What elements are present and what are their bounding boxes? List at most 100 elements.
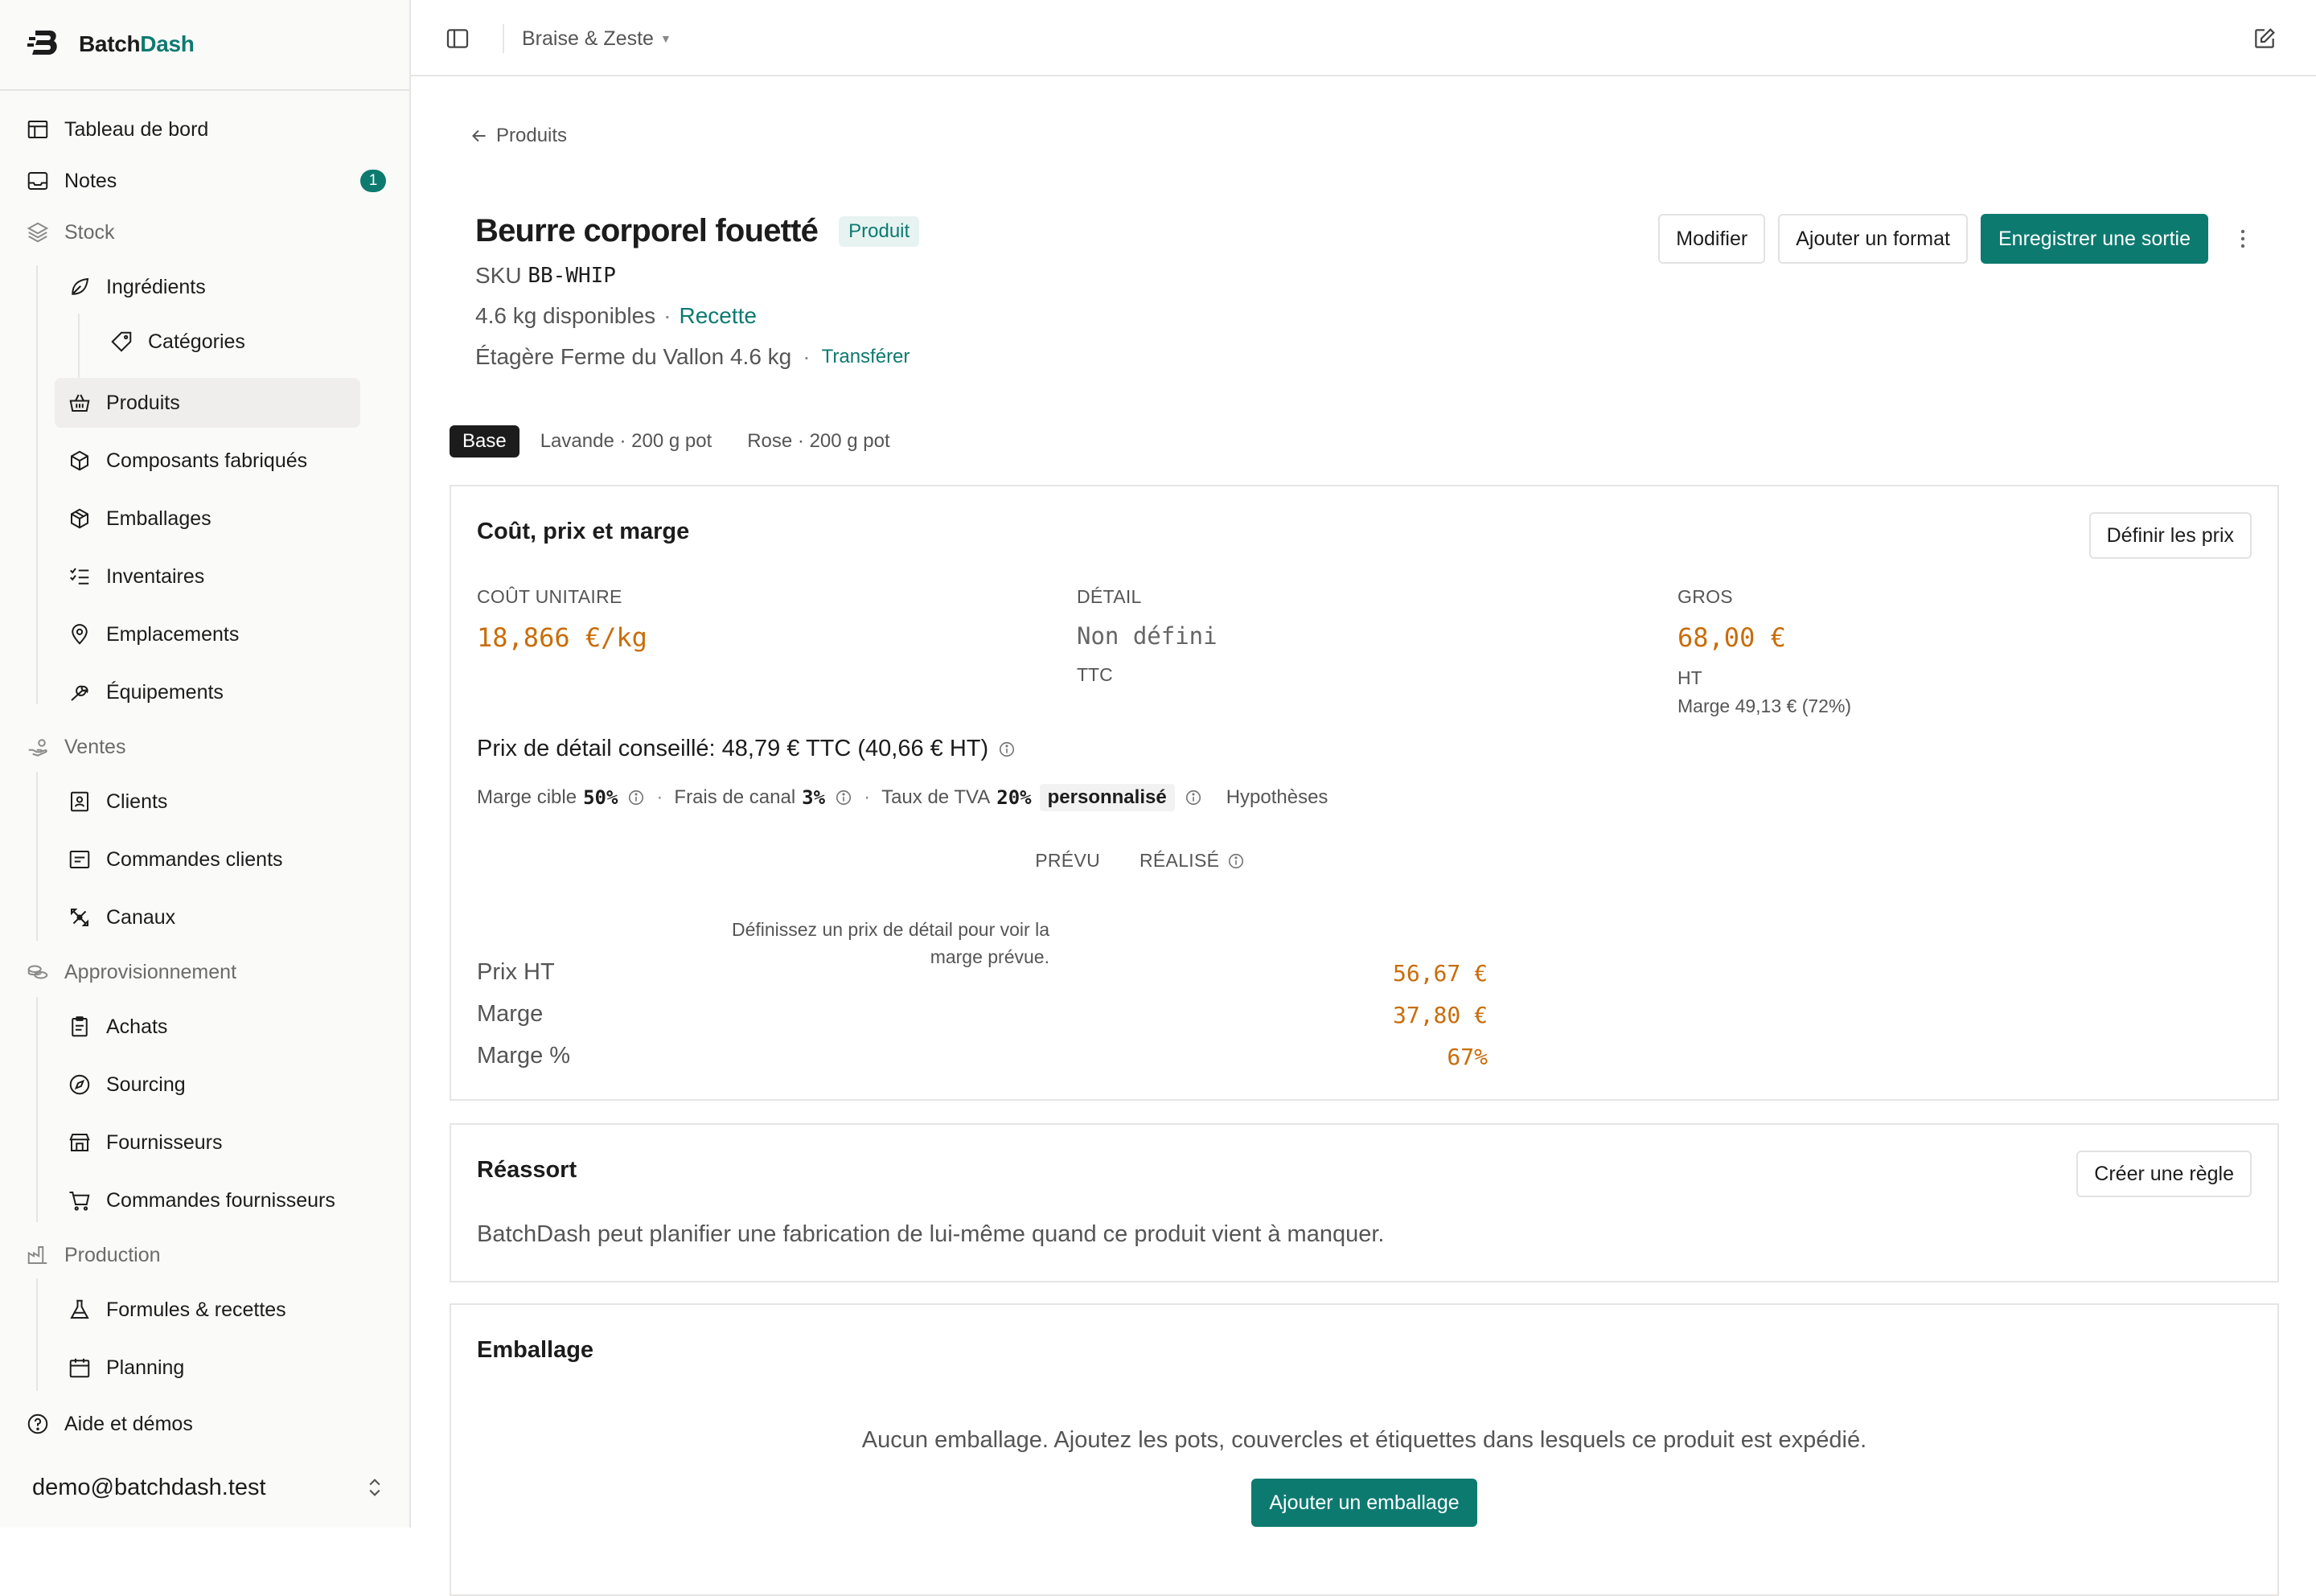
sidebar-section-stock[interactable]: Stock [26, 207, 388, 257]
info-icon[interactable] [998, 741, 1016, 758]
hand-coins-icon [26, 735, 50, 759]
sidebar-section-production[interactable]: Production [26, 1230, 388, 1280]
basket-icon [68, 391, 92, 415]
actual-header-label: RÉALISÉ [1140, 850, 1220, 871]
edit-icon[interactable] [2252, 26, 2277, 51]
sidebar-section-procurement[interactable]: Approvisionnement [26, 947, 388, 997]
more-options-icon[interactable] [2226, 214, 2260, 264]
wholesale-tax-label: HT [1677, 667, 1702, 688]
variant-tab-rose[interactable]: Rose · 200 g pot [747, 425, 889, 457]
user-menu[interactable]: demo@batchdash.test [32, 1465, 386, 1510]
inbox-icon [26, 169, 50, 193]
sidebar-item-supplier-orders[interactable]: Commandes fournisseurs [68, 1175, 360, 1225]
sidebar-item-packaging[interactable]: Emballages [68, 494, 360, 544]
channel-fees-value: 3% [802, 786, 826, 809]
layout-icon [26, 117, 50, 142]
compass-icon [68, 1073, 92, 1097]
vat-label: Taux de TVA [881, 786, 991, 808]
retail-value: Non défini [1077, 622, 1218, 650]
factory-icon [26, 1243, 50, 1267]
separator-dot: · [656, 786, 663, 808]
sidebar-item-label: Catégories [148, 330, 245, 353]
sidebar-item-categories[interactable]: Catégories [109, 317, 360, 367]
sidebar-section-sales[interactable]: Ventes [26, 722, 388, 772]
edit-button[interactable]: Modifier [1658, 214, 1766, 264]
topbar-divider [503, 24, 504, 53]
card-title: Emballage [477, 1337, 594, 1363]
create-rule-button[interactable]: Créer une règle [2076, 1151, 2252, 1197]
pricing-assumptions: Marge cible 50% · Frais de canal 3% · Ta… [477, 784, 1328, 811]
unit-cost-column: COÛT UNITAIRE 18,866 €/kg [477, 586, 647, 653]
sidebar-item-help[interactable]: Aide et démos [26, 1399, 388, 1449]
sidebar-item-label: Tableau de bord [64, 117, 209, 141]
sidebar-item-formulas[interactable]: Formules & recettes [68, 1285, 360, 1335]
workspace-switcher[interactable]: Braise & Zeste ▼ [522, 24, 671, 53]
info-icon[interactable] [835, 789, 852, 806]
box-icon [68, 449, 92, 473]
sidebar-item-channels[interactable]: Canaux [68, 892, 360, 942]
add-packaging-button[interactable]: Ajouter un emballage [1251, 1479, 1477, 1527]
recipe-link[interactable]: Recette [679, 303, 757, 329]
sidebar-item-label: Achats [106, 1015, 168, 1038]
transfer-link[interactable]: Transférer [822, 346, 910, 368]
set-prices-button[interactable]: Définir les prix [2088, 512, 2252, 559]
suggested-price-text: Prix de détail conseillé: 48,79 € TTC (4… [477, 736, 989, 761]
unit-cost-value: 18,866 €/kg [477, 622, 647, 653]
variant-tabs: Base Lavande · 200 g pot Rose · 200 g po… [450, 425, 926, 457]
record-exit-button[interactable]: Enregistrer une sortie [1980, 214, 2208, 264]
sidebar-item-label: Emplacements [106, 622, 240, 646]
hypotheses-link[interactable]: Hypothèses [1226, 786, 1328, 809]
card-title: Coût, prix et marge [477, 519, 690, 544]
sidebar-item-purchases[interactable]: Achats [68, 1002, 360, 1052]
vat-value: 20% [996, 786, 1032, 809]
sidebar-item-suppliers[interactable]: Fournisseurs [68, 1118, 360, 1167]
brand[interactable]: BatchDash [27, 26, 195, 63]
wholesale-margin: Marge 49,13 € (72%) [1677, 695, 1852, 716]
info-icon[interactable] [1185, 789, 1202, 806]
sidebar-item-label: Notes [64, 169, 117, 192]
variant-tab-base[interactable]: Base [450, 425, 519, 457]
sku-value: BB-WHIP [528, 264, 616, 288]
sidebar-item-inventories[interactable]: Inventaires [68, 552, 360, 601]
sidebar-item-products[interactable]: Produits [55, 378, 360, 428]
sidebar-item-clients[interactable]: Clients [68, 777, 360, 827]
sidebar-section-label: Production [64, 1243, 161, 1266]
sidebar-item-label: Commandes fournisseurs [106, 1188, 335, 1212]
tree-line-appro [36, 997, 38, 1222]
retail-label: DÉTAIL [1077, 586, 1142, 607]
wholesale-value: 68,00 € [1677, 622, 1786, 653]
sidebar-section-label: Stock [64, 220, 115, 244]
type-badge: Produit [839, 215, 920, 247]
custom-chip: personnalisé [1039, 784, 1175, 811]
info-icon[interactable] [627, 789, 645, 806]
separator-dot: · [864, 786, 871, 808]
help-circle-icon [26, 1412, 50, 1436]
info-icon[interactable] [1227, 852, 1245, 870]
price-ht-label: Prix HT [477, 959, 555, 985]
sidebar-item-equipment[interactable]: Équipements [68, 667, 360, 717]
coins-icon [26, 960, 50, 984]
wrench-icon [68, 680, 92, 704]
sidebar-item-manufactured-components[interactable]: Composants fabriqués [68, 436, 360, 486]
sidebar-item-planning[interactable]: Planning [68, 1343, 360, 1393]
sidebar-item-dashboard[interactable]: Tableau de bord [26, 105, 388, 154]
flask-icon [68, 1298, 92, 1322]
separator-dot: · [803, 344, 811, 369]
margin-label: Marge [477, 1001, 544, 1027]
map-pin-icon [68, 622, 92, 646]
variant-tab-lavender[interactable]: Lavande · 200 g pot [540, 425, 712, 457]
header-actions: Modifier Ajouter un format Enregistrer u… [1645, 214, 2260, 264]
actual-margin: 37,80 € [1392, 1002, 1488, 1028]
sidebar-item-notes[interactable]: Notes 1 [26, 156, 388, 206]
sidebar-item-sourcing[interactable]: Sourcing [68, 1060, 360, 1110]
sidebar-item-label: Planning [106, 1356, 185, 1379]
cost-price-margin-card: Coût, prix et marge Définir les prix COÛ… [450, 485, 2279, 1101]
sidebar-item-customer-orders[interactable]: Commandes clients [68, 835, 360, 884]
sidebar-item-locations[interactable]: Emplacements [68, 609, 360, 659]
tree-line-stock [36, 265, 38, 704]
tree-line-production [36, 1278, 38, 1391]
sidebar-toggle-icon[interactable] [445, 26, 470, 51]
sidebar-item-ingredients[interactable]: Ingrédients [68, 262, 360, 312]
add-format-button[interactable]: Ajouter un format [1778, 214, 1968, 264]
back-to-products-link[interactable]: Produits [469, 125, 567, 147]
